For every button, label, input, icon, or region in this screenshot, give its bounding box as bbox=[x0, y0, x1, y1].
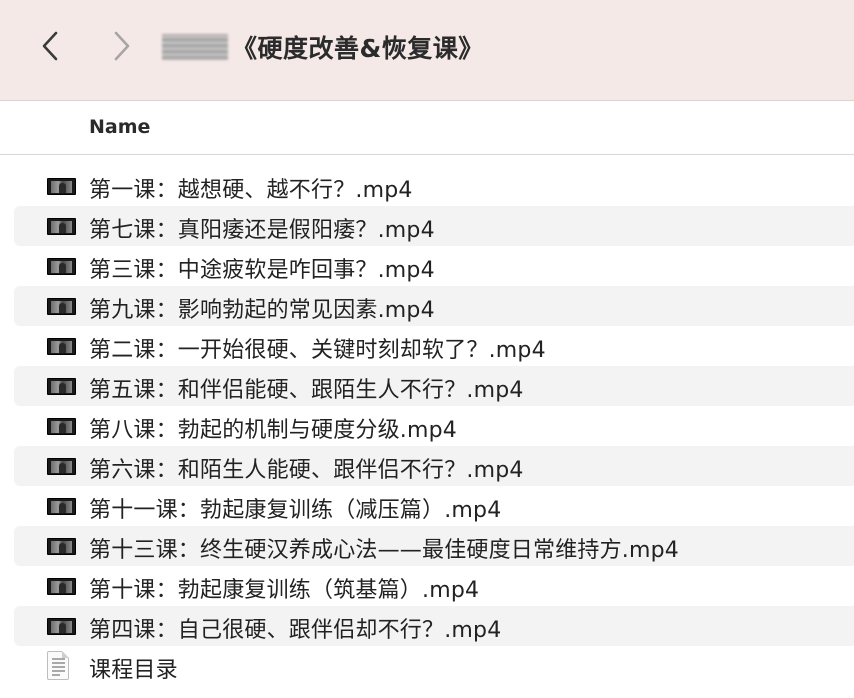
file-name: 第三课：中途疲软是咋回事？.mp4 bbox=[89, 258, 435, 283]
redacted-title-prefix bbox=[162, 34, 228, 60]
file-row[interactable]: 第七课：真阳痿还是假阳痿？.mp4 bbox=[14, 206, 854, 246]
file-row[interactable]: 第四课：自己很硬、跟伴侣却不行？.mp4 bbox=[14, 606, 854, 646]
video-thumbnail-icon bbox=[47, 178, 76, 195]
file-row[interactable]: 第六课：和陌生人能硬、跟伴侣不行？.mp4 bbox=[14, 446, 854, 486]
video-thumbnail-icon bbox=[47, 418, 76, 435]
name-column-header[interactable]: Name bbox=[89, 116, 150, 138]
list-column-header: Name bbox=[0, 101, 854, 155]
file-row[interactable]: 第八课：勃起的机制与硬度分级.mp4 bbox=[14, 406, 854, 446]
file-row[interactable]: 第十一课：勃起康复训练（减压篇）.mp4 bbox=[14, 486, 854, 526]
chevron-right-icon bbox=[114, 31, 130, 61]
video-thumbnail-icon bbox=[47, 618, 76, 635]
file-name: 第八课：勃起的机制与硬度分级.mp4 bbox=[89, 418, 457, 443]
file-row[interactable]: 第二课：一开始很硬、关键时刻却软了？.mp4 bbox=[14, 326, 854, 366]
window-toolbar: 《硬度改善&恢复课》 bbox=[0, 0, 854, 101]
window-title: 《硬度改善&恢复课》 bbox=[232, 34, 484, 63]
video-thumbnail-icon bbox=[47, 378, 76, 395]
file-row[interactable]: 第五课：和伴侣能硬、跟陌生人不行？.mp4 bbox=[14, 366, 854, 406]
file-name: 第十一课：勃起康复训练（减压篇）.mp4 bbox=[89, 498, 502, 523]
file-name: 第九课：影响勃起的常见因素.mp4 bbox=[89, 298, 435, 323]
file-name: 第五课：和伴侣能硬、跟陌生人不行？.mp4 bbox=[89, 378, 524, 403]
file-name: 第十三课：终生硬汉养成心法——最佳硬度日常维持方.mp4 bbox=[89, 538, 679, 563]
document-icon bbox=[47, 651, 69, 680]
video-thumbnail-icon bbox=[47, 498, 76, 515]
video-thumbnail-icon bbox=[47, 578, 76, 595]
file-name: 第四课：自己很硬、跟伴侣却不行？.mp4 bbox=[89, 618, 502, 643]
forward-button[interactable] bbox=[107, 28, 137, 64]
video-thumbnail-icon bbox=[47, 298, 76, 315]
window-title-area: 《硬度改善&恢复课》 bbox=[162, 27, 484, 67]
back-button[interactable] bbox=[35, 28, 65, 64]
file-name: 第一课：越想硬、越不行？.mp4 bbox=[89, 178, 413, 203]
file-row[interactable]: 第十课：勃起康复训练（筑基篇）.mp4 bbox=[14, 566, 854, 606]
video-thumbnail-icon bbox=[47, 458, 76, 475]
file-name: 第十课：勃起康复训练（筑基篇）.mp4 bbox=[89, 578, 480, 603]
file-name: 第二课：一开始很硬、关键时刻却软了？.mp4 bbox=[89, 338, 546, 363]
file-row[interactable]: 第十三课：终生硬汉养成心法——最佳硬度日常维持方.mp4 bbox=[14, 526, 854, 566]
file-row[interactable]: 第九课：影响勃起的常见因素.mp4 bbox=[14, 286, 854, 326]
video-thumbnail-icon bbox=[47, 338, 76, 355]
video-thumbnail-icon bbox=[47, 538, 76, 555]
file-row[interactable]: 课程目录 bbox=[14, 646, 854, 686]
file-name: 课程目录 bbox=[89, 658, 178, 683]
file-name: 第七课：真阳痿还是假阳痿？.mp4 bbox=[89, 218, 435, 243]
video-thumbnail-icon bbox=[47, 258, 76, 275]
file-name: 第六课：和陌生人能硬、跟伴侣不行？.mp4 bbox=[89, 458, 524, 483]
chevron-left-icon bbox=[42, 31, 58, 61]
file-row[interactable]: 第三课：中途疲软是咋回事？.mp4 bbox=[14, 246, 854, 286]
video-thumbnail-icon bbox=[47, 218, 76, 235]
file-row[interactable]: 第一课：越想硬、越不行？.mp4 bbox=[14, 166, 854, 206]
